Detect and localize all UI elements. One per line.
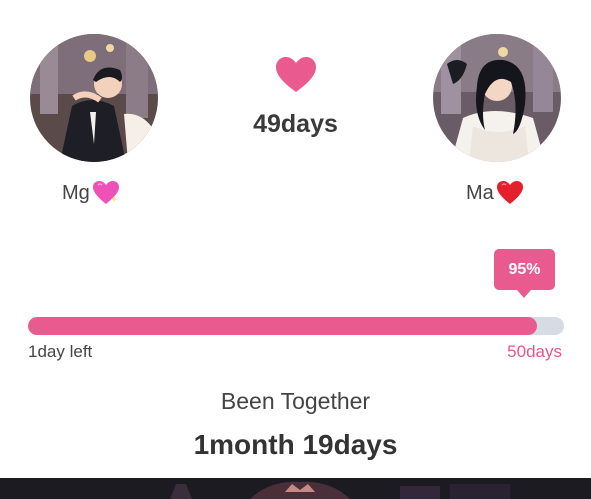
pink-sparkling-heart-icon — [92, 180, 120, 206]
been-together-caption: Been Together — [220, 388, 371, 414]
bottom-banner-graphic — [0, 478, 591, 499]
partner-right-name-text: Ma — [466, 181, 494, 204]
red-heart-icon — [496, 180, 524, 206]
avatar-right-image — [433, 34, 561, 162]
milestone-label: 50days — [507, 342, 562, 361]
progress-bar-fill — [28, 317, 538, 335]
progress-bar — [28, 317, 564, 335]
progress-percent-badge: 95% — [494, 249, 555, 298]
partner-left-name-text: Mg — [62, 181, 90, 204]
avatar-right[interactable] — [433, 34, 561, 162]
avatar-left[interactable] — [30, 34, 158, 162]
avatar-left-image — [30, 34, 158, 162]
days-left-label: 1day left — [28, 342, 93, 361]
days-together-count: 49days — [253, 110, 338, 138]
bottom-banner[interactable] — [0, 478, 591, 499]
together-duration: 1month 19days — [193, 429, 398, 460]
partner-left-name: Mg — [62, 180, 120, 206]
heart-icon — [275, 56, 317, 94]
partner-right-name: Ma — [466, 180, 524, 206]
